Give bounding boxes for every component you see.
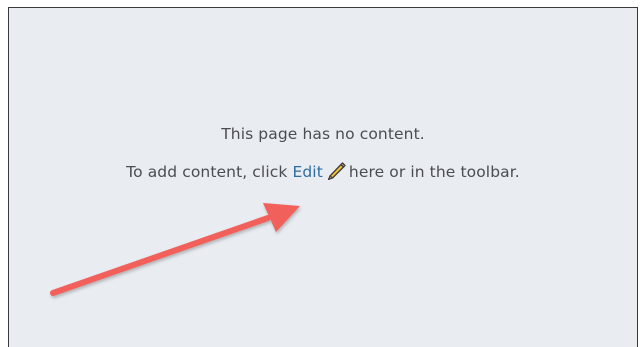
pencil-icon[interactable]	[326, 160, 346, 181]
edit-link[interactable]: Edit	[292, 163, 322, 181]
instruction-prefix: To add content, click	[126, 163, 293, 181]
content-panel: This page has no content. To add content…	[8, 7, 638, 347]
add-content-instruction: To add content, click Edit here or in th…	[9, 160, 637, 181]
empty-page-message: This page has no content.	[221, 125, 425, 143]
instruction-suffix: here or in the toolbar.	[348, 163, 520, 181]
